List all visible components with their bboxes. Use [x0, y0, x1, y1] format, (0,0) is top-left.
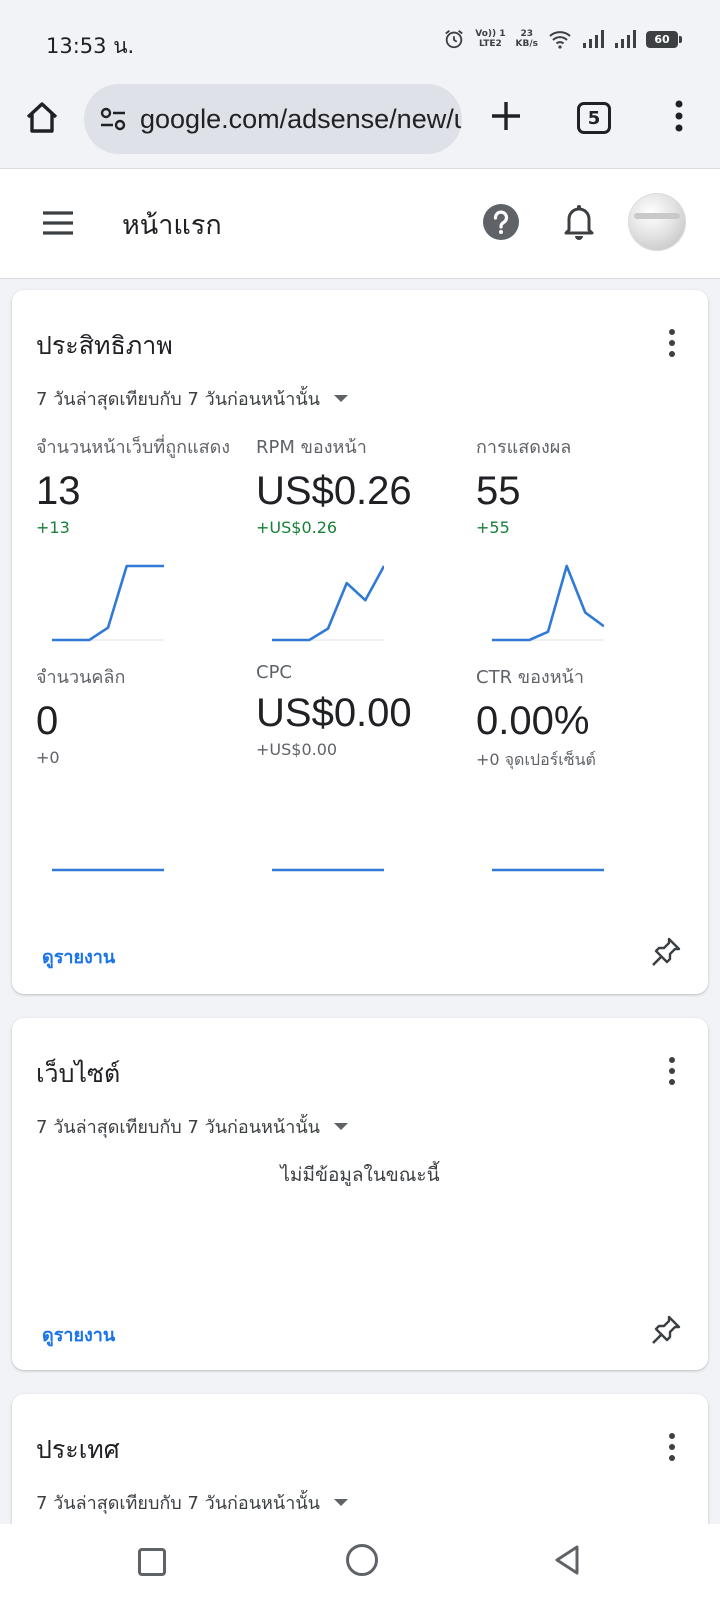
- metric-value: US$0.26: [256, 469, 412, 513]
- metric-value: 55: [476, 469, 521, 513]
- card-title: เว็บไซต์: [36, 1059, 121, 1088]
- recents-button[interactable]: [138, 1548, 166, 1576]
- metric-label: CTR ของหน้า: [476, 667, 584, 688]
- address-bar[interactable]: google.com/adsense/new/u/0/pub: [84, 84, 462, 154]
- metric-impressions[interactable]: การแสดงผล 55 +55: [476, 432, 676, 537]
- account-avatar[interactable]: [628, 193, 686, 251]
- tab-switcher-button[interactable]: 5: [577, 102, 611, 134]
- metric-delta: +55: [476, 518, 510, 537]
- metric-label: จำนวนคลิก: [36, 667, 126, 688]
- more-options-icon[interactable]: [666, 1056, 678, 1086]
- speed-unit: KB/s: [515, 39, 538, 49]
- sparkline-page-views: [52, 564, 164, 642]
- status-icons: Vo)) 1 LTE2 23 KB/s 60: [443, 24, 682, 54]
- dropdown-arrow-icon: [333, 395, 348, 402]
- card-title: ประเทศ: [36, 1435, 120, 1464]
- sparkline-line: [492, 564, 604, 642]
- countries-card: ประเทศ 7 วันล่าสุดเทียบกับ 7 วันก่อนหน้า…: [12, 1394, 708, 1524]
- date-range-label: 7 วันล่าสุดเทียบกับ 7 วันก่อนหน้านั้น: [36, 389, 320, 410]
- notifications-icon[interactable]: [560, 201, 598, 241]
- metric-value: 13: [36, 469, 81, 513]
- status-bar: 13:53 น. Vo)) 1 LTE2 23 KB/s 60: [0, 0, 720, 80]
- date-range-selector[interactable]: 7 วันล่าสุดเทียบกับ 7 วันก่อนหน้านั้น: [36, 1488, 348, 1517]
- metric-cpc[interactable]: CPC US$0.00 +US$0.00: [256, 662, 456, 759]
- sparkline-page-ctr: [492, 868, 604, 872]
- more-options-icon[interactable]: [666, 1432, 678, 1462]
- pin-icon[interactable]: [650, 936, 682, 968]
- dropdown-arrow-icon: [333, 1123, 348, 1130]
- metric-page-rpm[interactable]: RPM ของหน้า US$0.26 +US$0.26: [256, 432, 456, 537]
- metric-value: 0.00%: [476, 699, 590, 743]
- volte-indicator: Vo)) 1 LTE2: [475, 29, 505, 49]
- main-content: ประสิทธิภาพ 7 วันล่าสุดเทียบกับ 7 วันก่อ…: [0, 280, 720, 1524]
- speed-value: 23: [520, 29, 534, 39]
- metric-label: RPM ของหน้า: [256, 437, 367, 458]
- metric-label: การแสดงผล: [476, 437, 572, 458]
- network-speed: 23 KB/s: [516, 29, 538, 49]
- sparkline-impressions: [492, 564, 604, 642]
- wifi-icon: [549, 31, 571, 49]
- metric-label: CPC: [256, 662, 292, 683]
- empty-state-text: ไม่มีข้อมูลในขณะนี้: [280, 1164, 440, 1186]
- date-range-selector[interactable]: 7 วันล่าสุดเทียบกับ 7 วันก่อนหน้านั้น: [36, 1112, 348, 1141]
- url-text[interactable]: google.com/adsense/new/u/0/pub: [140, 104, 462, 135]
- metric-delta: +US$0.26: [256, 518, 338, 537]
- more-options-icon[interactable]: [666, 328, 678, 358]
- browser-menu-icon[interactable]: [664, 96, 694, 136]
- performance-card: ประสิทธิภาพ 7 วันล่าสุดเทียบกับ 7 วันก่อ…: [12, 290, 708, 994]
- card-title: ประสิทธิภาพ: [36, 331, 173, 360]
- sparkline-cpc: [272, 868, 384, 872]
- signal-icon-1: [583, 30, 604, 48]
- help-icon[interactable]: [482, 203, 520, 241]
- metric-page-ctr[interactable]: CTR ของหน้า 0.00% +0 จุดเปอร์เซ็นต์: [476, 662, 676, 773]
- site-settings-icon[interactable]: [98, 104, 128, 134]
- view-report-link[interactable]: ดูรายงาน: [42, 942, 115, 971]
- metric-delta: +13: [36, 518, 70, 537]
- dropdown-arrow-icon: [333, 1499, 348, 1506]
- screen: 13:53 น. Vo)) 1 LTE2 23 KB/s 60 google.c…: [0, 0, 720, 1600]
- metric-clicks[interactable]: จำนวนคลิก 0 +0: [36, 662, 236, 767]
- pin-icon[interactable]: [650, 1314, 682, 1346]
- sites-card: เว็บไซต์ 7 วันล่าสุดเทียบกับ 7 วันก่อนหน…: [12, 1018, 708, 1370]
- system-navigation-bar: [0, 1524, 720, 1600]
- browser-toolbar: google.com/adsense/new/u/0/pub 5: [0, 80, 720, 168]
- signal-icon-2: [615, 30, 636, 48]
- menu-icon[interactable]: [40, 207, 76, 239]
- back-button[interactable]: [552, 1544, 582, 1576]
- date-range-label: 7 วันล่าสุดเทียบกับ 7 วันก่อนหน้านั้น: [36, 1493, 320, 1514]
- home-icon[interactable]: [22, 98, 62, 138]
- volte-top: Vo)) 1: [475, 29, 506, 39]
- sparkline-clicks: [52, 868, 164, 872]
- metric-page-views[interactable]: จำนวนหน้าเว็บที่ถูกแสดง 13 +13: [36, 432, 236, 537]
- sparkline-line: [272, 565, 384, 642]
- metric-label: จำนวนหน้าเว็บที่ถูกแสดง: [36, 437, 231, 458]
- status-time: 13:53 น.: [46, 34, 135, 58]
- metric-value: US$0.00: [256, 691, 412, 735]
- metric-delta: +0 จุดเปอร์เซ็นต์: [476, 750, 596, 769]
- alarm-icon: [445, 30, 464, 49]
- metric-delta: +US$0.00: [256, 740, 338, 759]
- app-header: หน้าแรก: [0, 168, 720, 279]
- volte-bottom: LTE2: [478, 39, 502, 49]
- date-range-selector[interactable]: 7 วันล่าสุดเทียบกับ 7 วันก่อนหน้านั้น: [36, 384, 348, 413]
- page-title: หน้าแรก: [122, 210, 222, 241]
- date-range-label: 7 วันล่าสุดเทียบกับ 7 วันก่อนหน้านั้น: [36, 1117, 320, 1138]
- metric-delta: +0: [36, 748, 60, 767]
- battery-icon: 60: [646, 30, 682, 48]
- home-button[interactable]: [346, 1544, 378, 1576]
- view-report-link[interactable]: ดูรายงาน: [42, 1320, 115, 1349]
- new-tab-icon[interactable]: [486, 96, 526, 136]
- sparkline-line: [52, 564, 164, 642]
- metric-value: 0: [36, 699, 59, 743]
- sparkline-page-rpm: [272, 565, 384, 642]
